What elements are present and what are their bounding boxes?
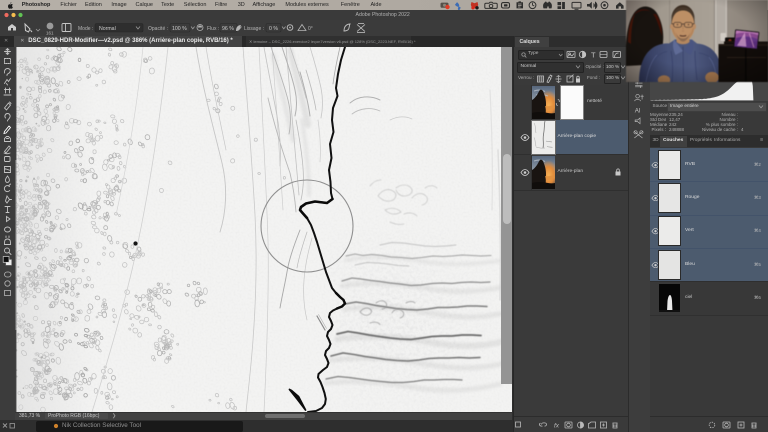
svg-text:Normal: Normal (99, 26, 116, 32)
svg-text:Mode :: Mode : (78, 26, 93, 32)
svg-text:Al: Al (635, 108, 640, 115)
svg-text:0°: 0° (308, 26, 313, 32)
svg-text:161: 161 (46, 31, 54, 36)
svg-text:fx: fx (554, 422, 560, 429)
svg-text:T: T (591, 50, 596, 59)
svg-text:Flux :: Flux : (207, 26, 219, 32)
svg-text:100 %: 100 % (172, 26, 187, 32)
svg-text:Lissage :: Lissage : (244, 26, 264, 32)
svg-text:96 %: 96 % (222, 26, 234, 32)
svg-text:Opacité :: Opacité : (148, 26, 168, 32)
svg-text:0 %: 0 % (269, 26, 278, 32)
